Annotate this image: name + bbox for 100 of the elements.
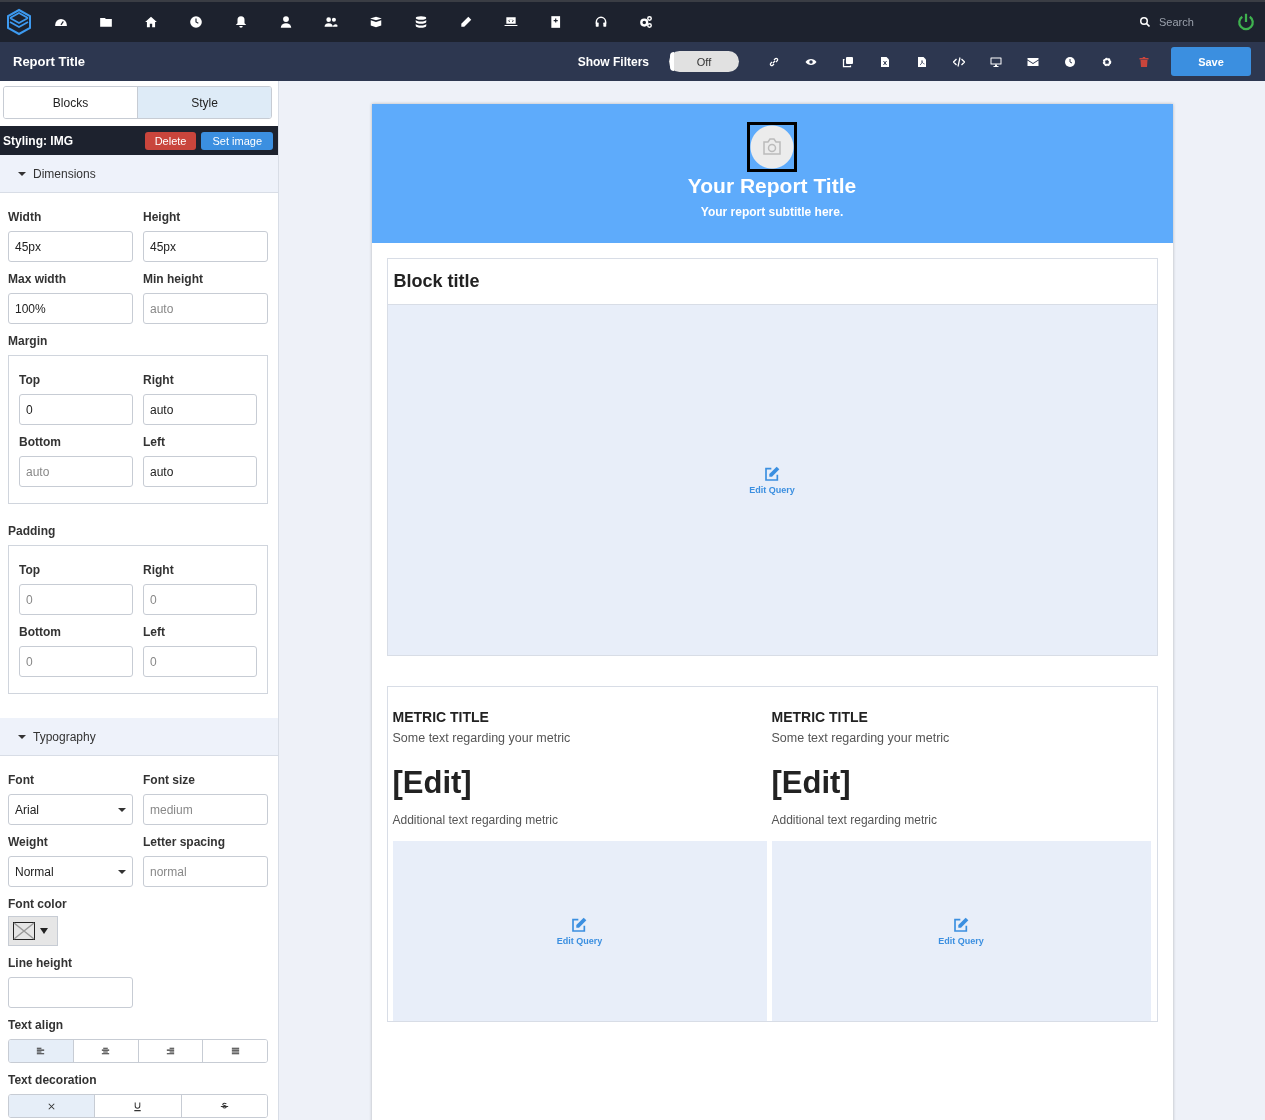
field-label: Left <box>143 625 165 639</box>
image-placeholder[interactable] <box>747 122 797 172</box>
edit-icon <box>571 916 588 933</box>
styling-label: Styling: IMG <box>3 133 73 148</box>
section-header[interactable]: Dimensions <box>0 155 278 193</box>
field-label: Weight <box>8 835 48 849</box>
group-label: Padding <box>8 524 56 538</box>
input-field[interactable]: 45px <box>8 231 133 262</box>
report-title: Report Title <box>13 54 85 69</box>
bell-icon <box>233 15 248 29</box>
input-field[interactable]: 45px <box>143 231 268 262</box>
color-picker[interactable] <box>8 916 58 946</box>
copy-icon <box>841 55 854 68</box>
users-icon <box>323 15 338 29</box>
metric-text: Some text regarding your metric <box>771 731 951 745</box>
settings-icon <box>1100 55 1113 68</box>
metric-note: Additional text regarding metric <box>771 813 938 827</box>
edit-icon <box>764 465 780 482</box>
report-subtitle: Your report subtitle here. <box>700 205 844 219</box>
caret-icon <box>118 869 126 874</box>
logo-icon <box>5 8 33 36</box>
field-label: Line height <box>8 956 72 970</box>
pencil-icon <box>458 15 473 29</box>
input-field[interactable]: medium <box>143 794 268 825</box>
caret-down-icon <box>18 734 26 739</box>
filters-label: Show Filters <box>577 54 649 69</box>
caret-icon <box>118 807 126 812</box>
search-icon <box>1139 16 1151 28</box>
metric-title: METRIC TITLE <box>392 709 490 725</box>
headset-icon <box>593 15 608 29</box>
envelope-icon <box>1026 55 1039 68</box>
box-icon <box>368 15 383 29</box>
search-field[interactable]: Search <box>1159 16 1219 28</box>
link-icon <box>767 55 780 68</box>
input-field[interactable]: normal <box>143 856 268 887</box>
input-field[interactable]: 0 <box>19 584 133 615</box>
section-header[interactable]: Typography <box>0 718 278 756</box>
folder-icon <box>98 15 113 29</box>
field-label: Font color <box>8 897 67 911</box>
metric-text: Some text regarding your metric <box>392 731 572 745</box>
section-title: Dimensions <box>33 166 96 181</box>
field-label: Right <box>143 373 174 387</box>
field-label: Top <box>19 563 41 577</box>
align-justify-icon <box>229 1045 241 1057</box>
code-icon <box>952 55 965 68</box>
field-label: Font size <box>143 773 195 787</box>
metric-value: [Edit] <box>771 765 852 801</box>
field-label: Font <box>8 773 34 787</box>
metric-title: METRIC TITLE <box>771 709 869 725</box>
excel-file-icon <box>878 55 891 68</box>
gears-icon <box>638 15 653 29</box>
delete-button[interactable]: Delete <box>144 131 197 150</box>
field-label: Width <box>8 210 42 224</box>
clock-icon <box>1063 55 1076 68</box>
filters-toggle[interactable]: Off <box>669 51 739 72</box>
segment-button[interactable] <box>9 1040 73 1062</box>
no-color-icon <box>13 922 35 940</box>
monitor-icon <box>989 55 1002 68</box>
input-field[interactable]: 0 <box>143 646 257 677</box>
field-label: Bottom <box>19 435 61 449</box>
metric-value: [Edit] <box>392 765 473 801</box>
align-right-icon <box>164 1045 176 1057</box>
field-label: Text align <box>8 1018 64 1032</box>
field-label: Left <box>143 435 165 449</box>
trash-icon <box>1137 55 1150 68</box>
input-field[interactable]: 0 <box>19 394 133 425</box>
input-field[interactable]: 0 <box>19 646 133 677</box>
field-label: Text decoration <box>8 1073 97 1087</box>
input-field[interactable] <box>8 977 133 1008</box>
section-title: Typography <box>33 729 96 744</box>
field-label: Right <box>143 563 174 577</box>
select-field[interactable]: Normal <box>8 856 133 887</box>
metric-note: Additional text regarding metric <box>392 813 559 827</box>
input-field[interactable]: auto <box>143 456 257 487</box>
field-label: Letter spacing <box>143 835 226 849</box>
user-icon <box>278 15 293 29</box>
select-field[interactable]: Arial <box>8 794 133 825</box>
group-label: Margin <box>8 334 48 348</box>
field-label: Min height <box>143 272 203 286</box>
tab[interactable]: Style <box>137 87 271 118</box>
align-center-icon <box>100 1045 112 1057</box>
laptop-icon <box>503 15 518 29</box>
field-label: Max width <box>8 272 66 286</box>
home-icon <box>143 15 158 29</box>
input-field[interactable]: auto <box>19 456 133 487</box>
input-field[interactable]: 0 <box>143 584 257 615</box>
segmented-control[interactable] <box>8 1039 268 1063</box>
underline-icon <box>132 1100 144 1112</box>
edit-icon <box>953 916 969 933</box>
input-field[interactable]: auto <box>143 293 268 324</box>
power-icon[interactable] <box>1237 13 1255 31</box>
caret-down-icon <box>18 171 26 176</box>
book-icon <box>548 15 563 29</box>
input-field[interactable]: auto <box>143 394 257 425</box>
database-icon <box>413 15 428 29</box>
clock-icon <box>188 15 203 29</box>
field-label: Bottom <box>19 625 61 639</box>
segment-button[interactable] <box>202 1040 267 1062</box>
input-field[interactable]: 100% <box>8 293 133 324</box>
align-left-icon <box>35 1045 47 1057</box>
